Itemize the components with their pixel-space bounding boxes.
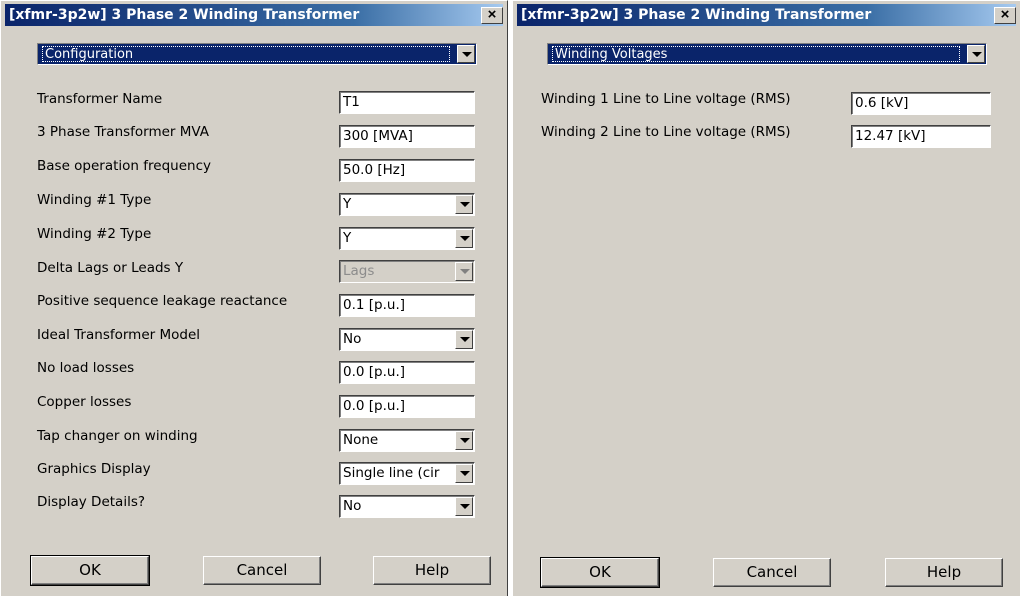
winding2-type-value: Y <box>343 230 352 246</box>
label-winding1-type: Winding #1 Type <box>37 192 152 208</box>
winding2-voltage-input[interactable]: 12.47 [kV] <box>851 125 991 148</box>
help-button[interactable]: Help <box>373 556 491 585</box>
chevron-down-icon[interactable] <box>455 497 473 516</box>
label-tap-changer: Tap changer on winding <box>37 428 198 444</box>
ok-button[interactable]: OK <box>30 555 150 586</box>
title-bar[interactable]: [xfmr-3p2w] 3 Phase 2 Winding Transforme… <box>5 4 503 26</box>
display-details-value: No <box>343 498 362 514</box>
winding1-type-value: Y <box>343 196 352 212</box>
leakage-reactance-input[interactable]: 0.1 [p.u.] <box>339 294 475 317</box>
section-dropdown[interactable]: Configuration <box>37 43 477 65</box>
label-delta-lags-leads: Delta Lags or Leads Y <box>37 260 184 276</box>
label-transformer-name: Transformer Name <box>37 91 163 107</box>
graphics-display-value: Single line (cir <box>343 465 440 481</box>
transformer-mva-input[interactable]: 300 [MVA] <box>339 125 475 148</box>
label-winding1-voltage: Winding 1 Line to Line voltage (RMS) <box>541 91 791 107</box>
graphics-display-select[interactable]: Single line (cir <box>339 462 475 485</box>
section-dropdown[interactable]: Winding Voltages <box>547 43 987 65</box>
section-dropdown-value: Configuration <box>42 46 450 62</box>
label-no-load-losses: No load losses <box>37 360 135 376</box>
transformer-name-input[interactable]: T1 <box>339 91 475 114</box>
label-ideal-model: Ideal Transformer Model <box>37 327 201 343</box>
label-graphics-display: Graphics Display <box>37 461 151 477</box>
delta-lags-leads-value: Lags <box>343 263 375 279</box>
label-copper-losses: Copper losses <box>37 394 132 410</box>
copper-losses-input[interactable]: 0.0 [p.u.] <box>339 395 475 418</box>
display-details-select[interactable]: No <box>339 495 475 518</box>
close-icon[interactable]: × <box>481 7 503 24</box>
ideal-model-select[interactable]: No <box>339 328 475 351</box>
close-icon[interactable]: × <box>994 7 1016 24</box>
help-button[interactable]: Help <box>885 558 1003 587</box>
title-bar[interactable]: [xfmr-3p2w] 3 Phase 2 Winding Transforme… <box>517 4 1016 26</box>
cancel-button[interactable]: Cancel <box>203 556 321 585</box>
winding-voltages-dialog: [xfmr-3p2w] 3 Phase 2 Winding Transforme… <box>512 0 1020 596</box>
ideal-model-value: No <box>343 331 362 347</box>
base-frequency-input[interactable]: 50.0 [Hz] <box>339 159 475 182</box>
label-base-frequency: Base operation frequency <box>37 158 211 174</box>
chevron-down-icon[interactable] <box>455 229 473 248</box>
label-display-details: Display Details? <box>37 494 146 510</box>
chevron-down-icon[interactable] <box>967 45 985 63</box>
tap-changer-value: None <box>343 432 379 448</box>
delta-lags-leads-select: Lags <box>339 260 475 283</box>
dialog-title: [xfmr-3p2w] 3 Phase 2 Winding Transforme… <box>521 7 872 23</box>
section-dropdown-value: Winding Voltages <box>552 46 960 62</box>
winding2-type-select[interactable]: Y <box>339 227 475 250</box>
chevron-down-icon[interactable] <box>457 45 475 63</box>
chevron-down-icon[interactable] <box>455 330 473 349</box>
chevron-down-icon[interactable] <box>455 195 473 214</box>
cancel-button[interactable]: Cancel <box>713 558 831 587</box>
winding1-type-select[interactable]: Y <box>339 193 475 216</box>
winding1-voltage-input[interactable]: 0.6 [kV] <box>851 92 991 115</box>
label-winding2-type: Winding #2 Type <box>37 226 152 242</box>
chevron-down-icon[interactable] <box>455 464 473 483</box>
tap-changer-select[interactable]: None <box>339 429 475 452</box>
configuration-dialog: [xfmr-3p2w] 3 Phase 2 Winding Transforme… <box>0 0 508 596</box>
chevron-down-icon[interactable] <box>455 431 473 450</box>
dialog-title: [xfmr-3p2w] 3 Phase 2 Winding Transforme… <box>9 7 360 23</box>
ok-button[interactable]: OK <box>540 557 660 588</box>
chevron-down-icon <box>455 262 473 281</box>
label-leakage-reactance: Positive sequence leakage reactance <box>37 293 288 309</box>
label-transformer-mva: 3 Phase Transformer MVA <box>37 124 210 140</box>
no-load-losses-input[interactable]: 0.0 [p.u.] <box>339 361 475 384</box>
label-winding2-voltage: Winding 2 Line to Line voltage (RMS) <box>541 124 791 140</box>
